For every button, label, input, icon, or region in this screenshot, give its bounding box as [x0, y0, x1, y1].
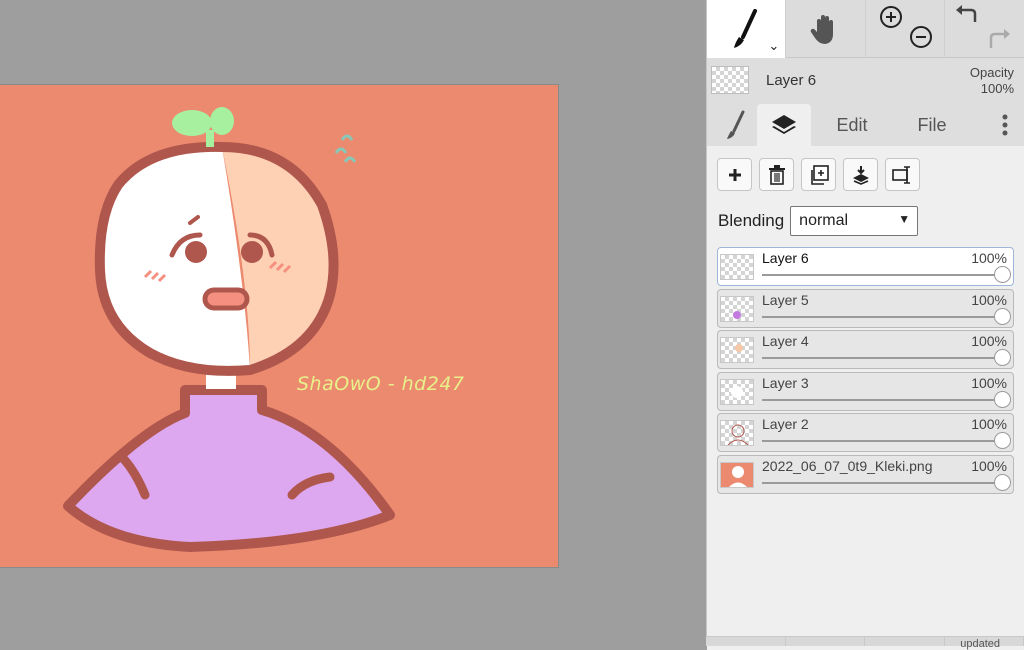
thumbnail-content [721, 463, 754, 488]
layer-opacity-slider[interactable] [762, 440, 1005, 442]
layer-name: Layer 3 [762, 375, 809, 391]
layer-opacity-slider[interactable] [762, 482, 1005, 484]
thumbnail-content [721, 421, 754, 446]
panel-tabs: Edit File [707, 102, 1024, 146]
zoom-in-icon[interactable] [878, 4, 904, 30]
artboard[interactable]: ShaOwO - hd247 [0, 85, 558, 567]
layer-opacity: 100% [971, 250, 1007, 266]
layer-opacity-slider[interactable] [762, 274, 1005, 276]
canvas-area[interactable]: ShaOwO - hd247 [0, 0, 706, 646]
brush-icon [731, 9, 761, 49]
layer-name: Layer 2 [762, 416, 809, 432]
layer-thumbnail [720, 337, 754, 363]
layer-thumbnail [720, 379, 754, 405]
slider-knob[interactable] [994, 432, 1011, 449]
redo-icon[interactable] [985, 26, 1011, 50]
add-layer-button[interactable] [717, 158, 752, 191]
layer-name: Layer 6 [762, 250, 809, 266]
layers-panel: Blending normal ▼ Layer 6 100% Layer 5 1… [707, 146, 1024, 650]
opacity-label: Opacity [970, 65, 1014, 81]
current-layer-header: Layer 6 Opacity 100% [707, 58, 1024, 102]
layer-row-6[interactable]: Layer 6 100% [717, 247, 1014, 286]
tab-file[interactable]: File [893, 104, 971, 146]
chevron-down-icon[interactable]: ⌄ [768, 38, 779, 54]
hand-icon [808, 12, 842, 46]
layer-opacity-slider[interactable] [762, 357, 1005, 359]
chevron-down-icon: ▼ [898, 212, 910, 226]
layer-name: 2022_06_07_0t9_Kleki.png [762, 458, 933, 474]
plus-icon [727, 167, 743, 183]
slider-knob[interactable] [994, 349, 1011, 366]
merge-down-button[interactable] [843, 158, 878, 191]
brush-icon [725, 110, 747, 140]
layer-opacity: 100% [971, 416, 1007, 432]
zoom-controls [866, 0, 945, 58]
blending-value: normal [799, 212, 848, 230]
status-cell [786, 637, 866, 646]
blending-row: Blending normal ▼ [717, 205, 1014, 237]
thumbnail-content [731, 386, 743, 398]
layer-toolbar [717, 158, 1014, 191]
thumbnail-content [735, 344, 743, 352]
layer-row-2[interactable]: Layer 2 100% [717, 413, 1014, 452]
layer-thumbnail [720, 462, 754, 488]
slider-knob[interactable] [994, 474, 1011, 491]
layer-thumbnail [720, 296, 754, 322]
current-layer-thumbnail [711, 66, 749, 94]
layer-opacity-slider[interactable] [762, 399, 1005, 401]
hand-tool-button[interactable] [786, 0, 865, 58]
slider-knob[interactable] [994, 266, 1011, 283]
rename-layer-button[interactable] [885, 158, 920, 191]
layer-thumbnail [720, 254, 754, 280]
layer-opacity: 100% [971, 333, 1007, 349]
layer-name: Layer 4 [762, 333, 809, 349]
current-layer-name: Layer 6 [766, 72, 816, 89]
duplicate-layer-button[interactable] [801, 158, 836, 191]
opacity-value: 100% [970, 81, 1014, 97]
status-cell [706, 637, 786, 646]
slider-knob[interactable] [994, 308, 1011, 325]
blending-label: Blending [718, 211, 784, 231]
layer-opacity-slider[interactable] [762, 316, 1005, 318]
tool-row: ⌄ [707, 0, 1024, 58]
history-controls [945, 0, 1024, 58]
tab-brush[interactable] [715, 104, 757, 146]
current-layer-opacity: Opacity 100% [970, 65, 1014, 97]
status-bar: updated [706, 636, 1024, 646]
slider-knob[interactable] [994, 391, 1011, 408]
layer-list: Layer 6 100% Layer 5 100% Layer 4 100% [717, 247, 1014, 494]
layer-opacity: 100% [971, 292, 1007, 308]
tab-edit[interactable]: Edit [811, 104, 893, 146]
undo-icon[interactable] [955, 4, 981, 28]
signature-text: ShaOwO - hd247 [297, 373, 465, 395]
tab-layers[interactable] [757, 104, 811, 146]
layer-row-4[interactable]: Layer 4 100% [717, 330, 1014, 369]
drawing-illustration [0, 85, 558, 567]
layer-row-5[interactable]: Layer 5 100% [717, 289, 1014, 328]
brush-tool-button[interactable]: ⌄ [707, 0, 786, 58]
layer-opacity: 100% [971, 458, 1007, 474]
layer-name: Layer 5 [762, 292, 809, 308]
side-panel: ⌄ [706, 0, 1024, 646]
status-text: updated [960, 638, 1000, 650]
layers-icon [770, 112, 798, 138]
merge-down-icon [851, 165, 871, 185]
layer-row-background[interactable]: 2022_06_07_0t9_Kleki.png 100% [717, 455, 1014, 494]
zoom-out-icon[interactable] [908, 24, 934, 50]
rename-icon [892, 165, 914, 185]
status-cell [865, 637, 945, 646]
blending-select[interactable]: normal ▼ [790, 206, 918, 236]
delete-layer-button[interactable] [759, 158, 794, 191]
trash-icon [768, 165, 786, 185]
duplicate-icon [809, 165, 829, 185]
more-vertical-icon [1002, 114, 1008, 136]
thumbnail-content [733, 311, 741, 319]
layer-opacity: 100% [971, 375, 1007, 391]
layer-thumbnail [720, 420, 754, 446]
more-menu-button[interactable] [986, 104, 1024, 146]
layer-row-3[interactable]: Layer 3 100% [717, 372, 1014, 411]
